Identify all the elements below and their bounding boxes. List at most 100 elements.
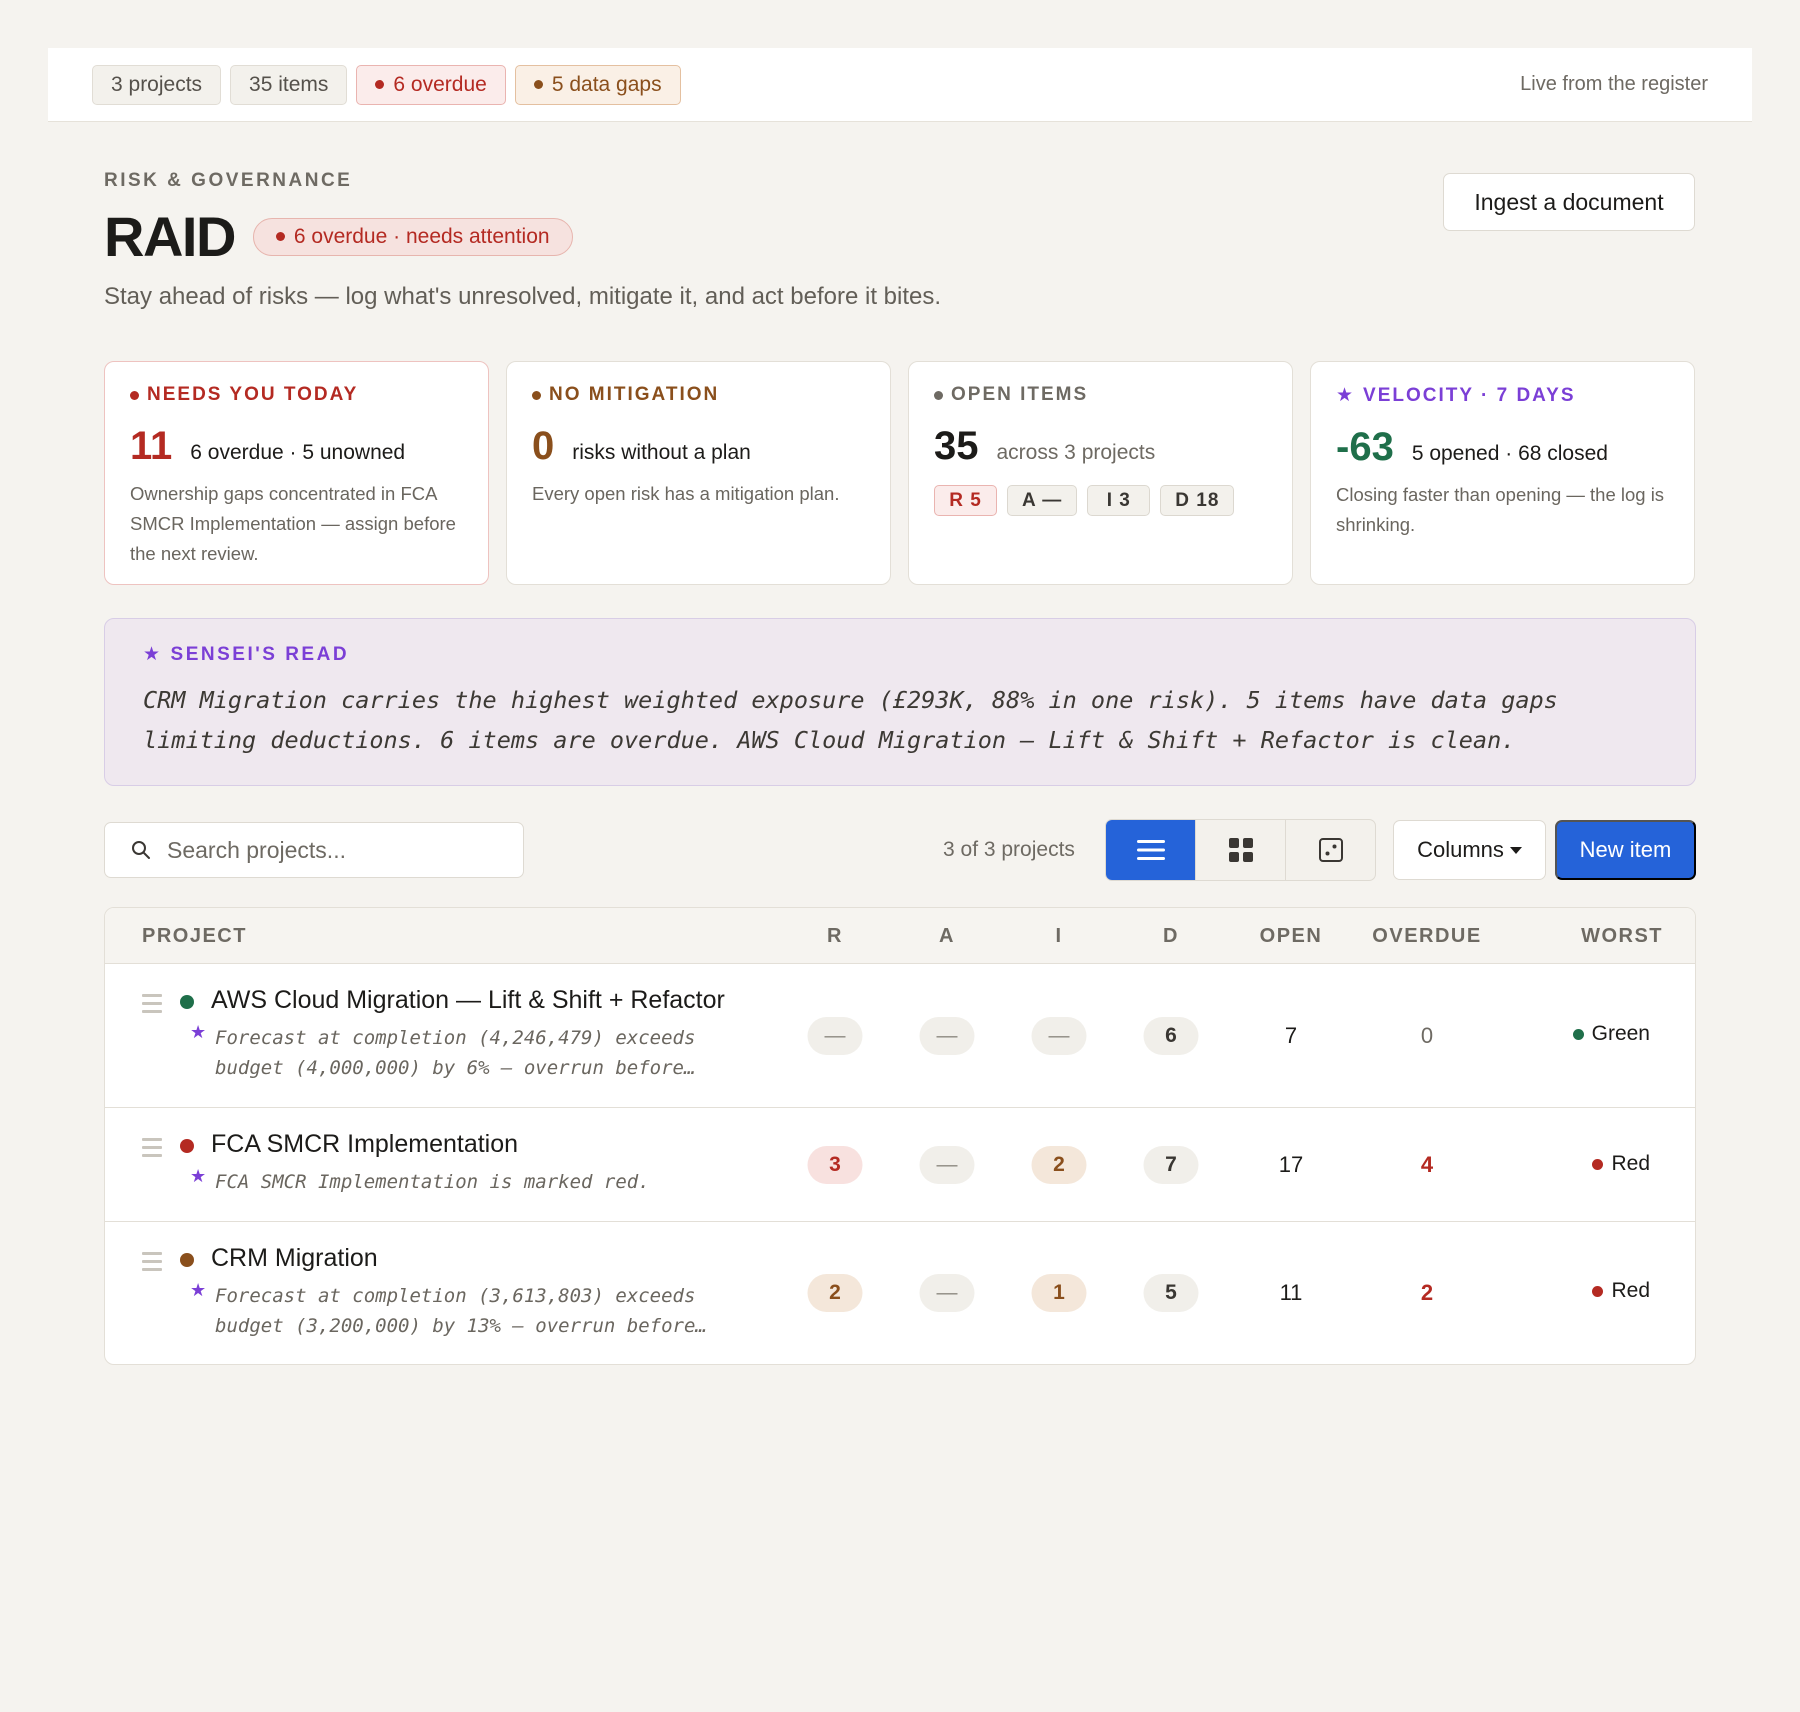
column-header-open[interactable]: OPEN [1260, 925, 1323, 948]
column-header-assumptions[interactable]: A [939, 925, 955, 948]
live-status-text: Live from the register [1520, 73, 1708, 95]
chip-label: 3 projects [111, 72, 203, 96]
assumptions-count[interactable]: — [919, 1146, 975, 1184]
column-header-project[interactable]: PROJECT [142, 925, 247, 948]
chip-label: 6 overdue [393, 72, 487, 96]
worst-status: Green [1572, 1022, 1650, 1046]
dependencies-count[interactable]: 5 [1143, 1274, 1199, 1312]
card-subtext: 5 opened · 68 closed [1411, 442, 1608, 465]
dependencies-chip[interactable]: D 18 [1160, 485, 1235, 516]
column-header-overdue[interactable]: OVERDUE [1372, 925, 1481, 948]
issues-count[interactable]: 2 [1031, 1146, 1087, 1184]
section-eyebrow: RISK & GOVERNANCE [104, 170, 353, 191]
star-icon: ★ [143, 644, 163, 665]
card-main: -63 5 opened · 68 closed [1336, 425, 1669, 470]
projects-table: PROJECT R A I D OPEN OVERDUE WORST AWS C… [104, 907, 1696, 1365]
table-header: PROJECT R A I D OPEN OVERDUE WORST [105, 908, 1695, 964]
issues-count[interactable]: — [1031, 1017, 1087, 1055]
risks-count[interactable]: 3 [807, 1146, 863, 1184]
overdue-chip[interactable]: 6 overdue [356, 64, 506, 105]
card-subtext: risks without a plan [572, 441, 751, 464]
search-box[interactable] [104, 822, 524, 878]
status-dot [533, 80, 543, 89]
columns-dropdown[interactable]: Columns [1393, 820, 1546, 880]
worst-status: Red [1592, 1152, 1650, 1176]
issues-chip[interactable]: I 3 [1087, 485, 1151, 516]
needs-you-today-card[interactable]: NEEDS YOU TODAY 11 6 overdue · 5 unowned… [104, 361, 489, 585]
column-header-dependencies[interactable]: D [1163, 925, 1179, 948]
overdue-count: 4 [1420, 1152, 1434, 1177]
title-row: RAID 6 overdue · needs attention [104, 204, 573, 269]
card-label: NEEDS YOU TODAY [130, 384, 463, 406]
no-mitigation-card[interactable]: NO MITIGATION 0 risks without a plan Eve… [506, 361, 891, 585]
chip-label: 35 items [249, 72, 329, 96]
open-count: 11 [1279, 1280, 1303, 1305]
velocity-card[interactable]: ★ VELOCITY · 7 DAYS -63 5 opened · 68 clo… [1310, 361, 1695, 585]
table-row[interactable]: FCA SMCR Implementation ★ FCA SMCR Imple… [105, 1108, 1695, 1222]
sensei-label: ★ SENSEI'S READ [143, 643, 1657, 666]
status-dot [180, 995, 194, 1009]
list-view-button[interactable] [1106, 820, 1196, 880]
drag-handle-icon[interactable] [142, 994, 162, 1018]
attention-badge[interactable]: 6 overdue · needs attention [252, 217, 573, 256]
table-row[interactable]: AWS Cloud Migration — Lift & Shift + Ref… [105, 964, 1695, 1108]
items-count-chip[interactable]: 35 items [230, 64, 348, 105]
card-subtext: across 3 projects [996, 441, 1156, 464]
card-subtext: 6 overdue · 5 unowned [190, 441, 406, 464]
card-label-text: VELOCITY · 7 DAYS [1363, 384, 1576, 406]
issues-count[interactable]: 1 [1031, 1274, 1087, 1312]
page-title: RAID [104, 205, 236, 268]
project-name[interactable]: FCA SMCR Implementation [211, 1130, 518, 1159]
assumptions-count[interactable]: — [919, 1017, 975, 1055]
column-header-risks[interactable]: R [827, 925, 843, 948]
assumptions-chip[interactable]: A — [1007, 485, 1078, 516]
matrix-view-button[interactable] [1286, 820, 1375, 880]
column-header-issues[interactable]: I [1055, 925, 1062, 948]
sensei-read-panel: ★ SENSEI'S READ CRM Migration carries the… [104, 618, 1696, 786]
card-label: ★ VELOCITY · 7 DAYS [1336, 384, 1669, 407]
grid-view-button[interactable] [1196, 820, 1286, 880]
card-main: 11 6 overdue · 5 unowned [130, 424, 463, 469]
card-number: 11 [130, 424, 173, 468]
risks-chip[interactable]: R 5 [934, 485, 997, 516]
open-items-card[interactable]: OPEN ITEMS 35 across 3 projects R 5 A — … [908, 361, 1293, 585]
new-item-button[interactable]: New item [1555, 820, 1696, 880]
card-label: OPEN ITEMS [934, 384, 1267, 406]
matrix-view-icon [1318, 838, 1343, 862]
dependencies-count[interactable]: 6 [1143, 1017, 1199, 1055]
card-main: 35 across 3 projects [934, 424, 1267, 469]
projects-count-chip[interactable]: 3 projects [92, 64, 222, 105]
search-input[interactable] [167, 836, 467, 864]
status-dot [934, 390, 943, 400]
data-gaps-chip[interactable]: 5 data gaps [514, 64, 681, 105]
dependencies-count[interactable]: 7 [1143, 1146, 1199, 1184]
chevron-down-icon [1509, 846, 1522, 854]
card-number: -63 [1336, 425, 1394, 469]
card-main: 0 risks without a plan [532, 424, 865, 469]
status-dot [1592, 1158, 1604, 1170]
ingest-document-button[interactable]: Ingest a document [1443, 173, 1695, 231]
page-subtitle: Stay ahead of risks — log what's unresol… [104, 283, 942, 310]
risks-count[interactable]: 2 [807, 1274, 863, 1312]
worst-status-label: Green [1591, 1022, 1650, 1045]
project-name[interactable]: CRM Migration [211, 1244, 378, 1273]
column-header-worst[interactable]: WORST [1581, 925, 1663, 948]
grid-view-icon [1228, 838, 1253, 862]
worst-status: Red [1592, 1279, 1650, 1303]
project-name[interactable]: AWS Cloud Migration — Lift & Shift + Ref… [211, 986, 725, 1015]
status-dot [180, 1139, 194, 1153]
star-icon: ★ [1336, 385, 1356, 406]
status-dot [275, 232, 285, 241]
card-label: NO MITIGATION [532, 384, 865, 406]
risks-count[interactable]: — [807, 1017, 863, 1055]
open-count: 17 [1278, 1152, 1304, 1177]
chip-label: 5 data gaps [551, 72, 662, 96]
results-count: 3 of 3 projects [943, 838, 1075, 861]
sensei-summary: CRM Migration carries the highest weight… [143, 686, 1558, 754]
project-insight: FCA SMCR Implementation is marked red. [215, 1171, 650, 1193]
card-label-text: NEEDS YOU TODAY [147, 384, 359, 405]
drag-handle-icon[interactable] [142, 1138, 162, 1162]
table-row[interactable]: CRM Migration ★ Forecast at completion (… [105, 1222, 1695, 1364]
drag-handle-icon[interactable] [142, 1252, 162, 1276]
assumptions-count[interactable]: — [919, 1274, 975, 1312]
